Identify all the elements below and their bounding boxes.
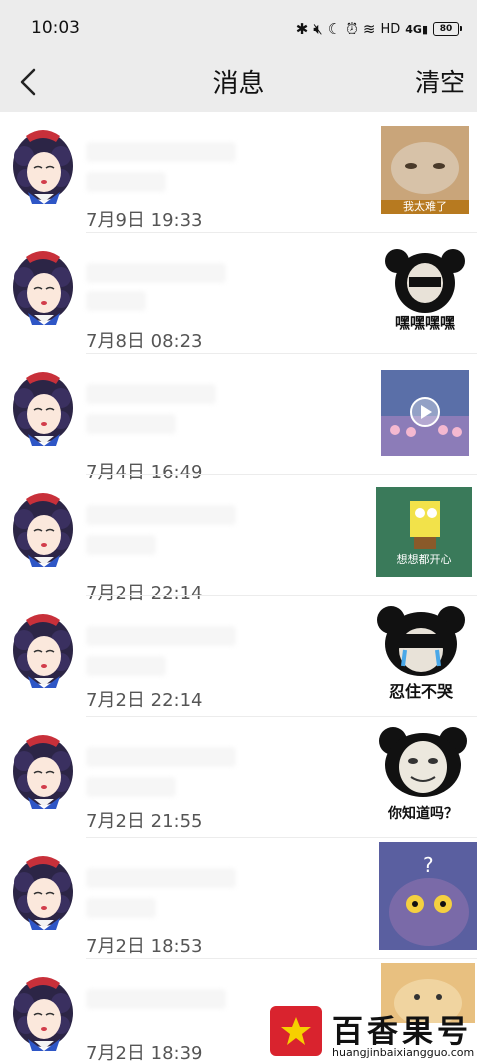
status-icons: ✱ 🔇︎ ☾ ⏰︎ ≋ HD 4G▮ 80 — [295, 18, 462, 40]
status-bar: 10:03 ✱ 🔇︎ ☾ ⏰︎ ≋ HD 4G▮ 80 — [0, 0, 477, 58]
message-thumbnail[interactable]: ? — [379, 842, 477, 950]
message-thumbnail[interactable]: 我太难了 — [381, 126, 469, 214]
avatar[interactable] — [6, 969, 80, 1051]
message-thumbnail[interactable]: 忍住不哭 — [373, 604, 469, 704]
thumbnail-caption: 忍住不哭 — [388, 682, 453, 701]
back-button[interactable] — [12, 64, 48, 100]
blurred-message-text — [86, 291, 146, 311]
bluetooth-icon: ✱ — [295, 19, 309, 38]
blurred-message-text — [86, 747, 236, 767]
list-item[interactable]: 7月8日 08:23 嘿嘿嘿嘿 — [0, 233, 477, 354]
thumbnail-caption: 你知道吗？ — [388, 806, 458, 822]
list-item[interactable]: 7月2日 18:53 ? — [0, 838, 477, 959]
message-thumbnail[interactable]: 你知道吗？ — [373, 725, 473, 825]
message-date: 7月9日 19:33 — [86, 210, 203, 231]
avatar[interactable] — [6, 727, 80, 809]
avatar[interactable] — [6, 606, 80, 688]
clear-button[interactable]: 清空 — [415, 63, 465, 99]
star-icon — [281, 1017, 311, 1045]
message-list: 7月9日 19:33 我太难了 7月8日 08:23 嘿嘿嘿嘿 7月4日 16:… — [0, 112, 477, 1062]
message-date: 7月2日 21:55 — [86, 811, 203, 832]
avatar[interactable] — [6, 485, 80, 567]
blurred-message-text — [86, 868, 236, 888]
list-item[interactable]: 7月4日 16:49 — [0, 354, 477, 483]
hd-label: HD — [380, 21, 401, 37]
alarm-icon: ⏰︎ — [346, 19, 358, 38]
cartoon-cat-sticker-icon: ? — [379, 842, 477, 950]
thumbnail-caption: 我太难了 — [403, 200, 447, 213]
avatar[interactable] — [6, 122, 80, 204]
video-thumbnail-icon — [381, 370, 469, 456]
blurred-message-text — [86, 263, 226, 283]
watermark: 百香果号 huangjinbaixiangguo.com — [270, 1006, 477, 1062]
thumbnail-caption: 想想都开心 — [396, 553, 452, 566]
list-item[interactable]: 7月9日 19:33 我太难了 — [0, 112, 477, 233]
blurred-message-text — [86, 172, 166, 192]
list-item[interactable]: 7月2日 22:14 忍住不哭 — [0, 596, 477, 717]
message-thumbnail[interactable]: 想想都开心 — [376, 487, 472, 577]
svg-text:?: ? — [423, 853, 434, 877]
blurred-message-text — [86, 142, 236, 162]
blurred-message-text — [86, 384, 216, 404]
blurred-message-text — [86, 898, 156, 918]
message-thumbnail[interactable] — [381, 370, 469, 456]
blurred-message-text — [86, 656, 166, 676]
network-label: 4G — [405, 22, 422, 36]
blurred-message-text — [86, 626, 236, 646]
message-date: 7月2日 18:39 — [86, 1043, 203, 1062]
message-date: 7月2日 22:14 — [86, 690, 203, 711]
list-item[interactable]: 7月2日 22:14 想想都开心 — [0, 475, 477, 604]
mute-icon: 🔇︎ — [313, 19, 323, 38]
blurred-message-text — [86, 989, 226, 1009]
signal-icon: 4G▮ — [405, 22, 428, 36]
message-date: 7月8日 08:23 — [86, 331, 203, 352]
blurred-message-text — [86, 505, 236, 525]
wifi-icon: ≋ — [362, 19, 376, 38]
message-thumbnail[interactable]: 嘿嘿嘿嘿 — [381, 247, 469, 335]
watermark-brand: 百香果号 — [332, 1014, 472, 1050]
thumbnail-caption: 嘿嘿嘿嘿 — [394, 314, 455, 332]
message-date: 7月2日 18:53 — [86, 936, 203, 957]
moon-icon: ☾ — [327, 19, 342, 38]
battery-level: 80 — [439, 24, 453, 34]
status-time: 10:03 — [31, 18, 80, 38]
avatar[interactable] — [6, 848, 80, 930]
page-title: 消息 — [212, 69, 265, 99]
blurred-message-text — [86, 777, 176, 797]
blurred-message-text — [86, 414, 176, 434]
list-item[interactable]: 7月2日 21:55 你知道吗？ — [0, 717, 477, 838]
avatar[interactable] — [6, 364, 80, 446]
chevron-left-icon — [20, 68, 36, 96]
blurred-message-text — [86, 535, 156, 555]
avatar[interactable] — [6, 243, 80, 325]
nav-bar: 消息 清空 — [0, 58, 477, 112]
brand-logo — [270, 1006, 322, 1056]
watermark-url: huangjinbaixiangguo.com — [332, 1046, 475, 1059]
battery-icon: 80 — [433, 22, 462, 36]
